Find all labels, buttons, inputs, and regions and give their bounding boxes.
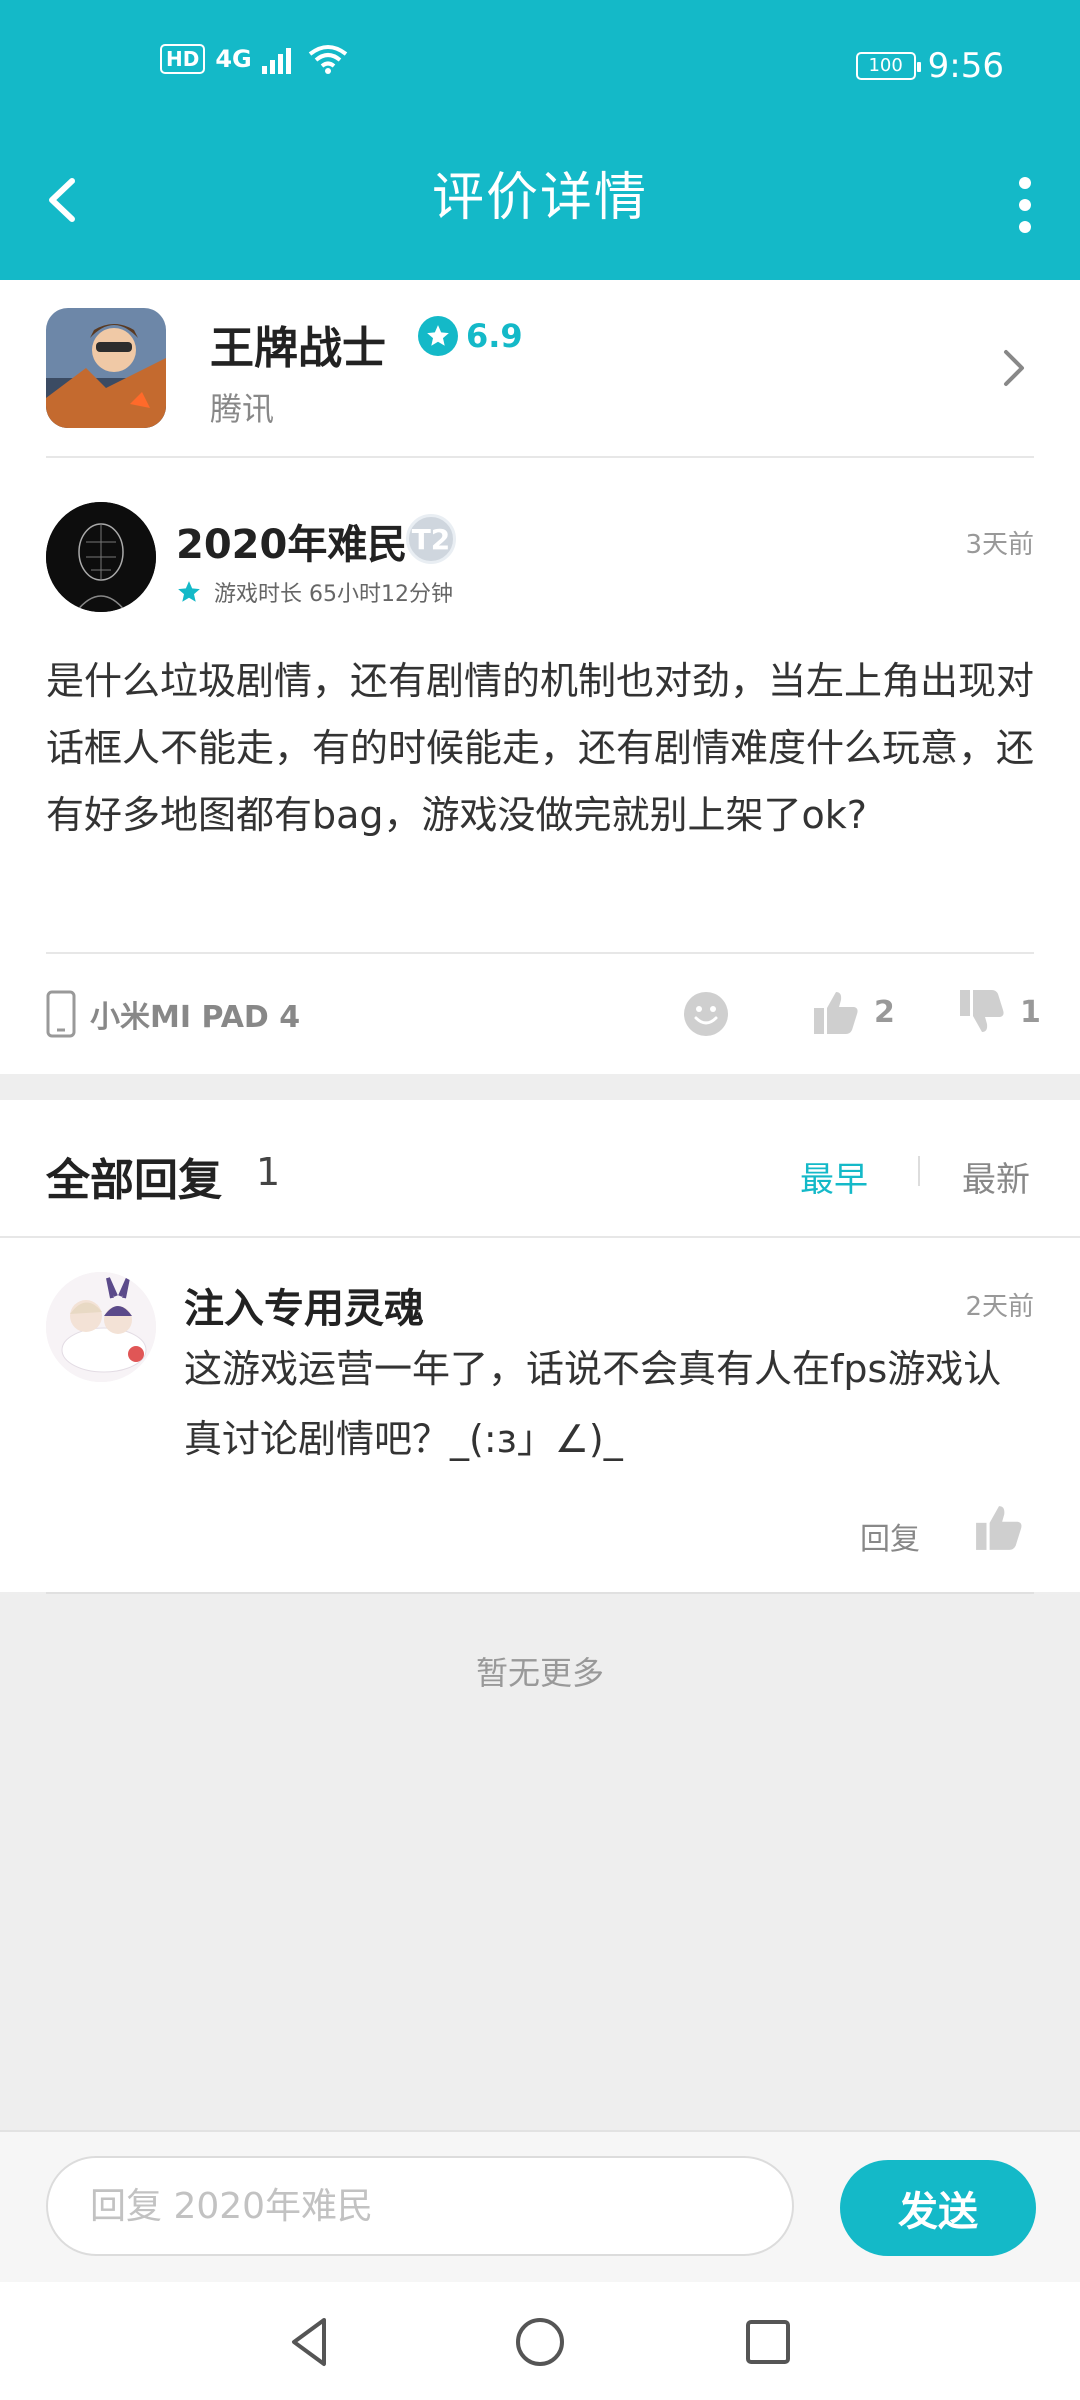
top-app-bar: HD 4G 100 9:56 评价详情 bbox=[0, 0, 1080, 280]
chevron-right-icon bbox=[994, 338, 1034, 398]
game-card[interactable]: 王牌战士 6.9 腾讯 bbox=[46, 280, 1034, 458]
reviewer-name[interactable]: 2020年难民 bbox=[176, 512, 407, 570]
playtime-text: 游戏时长 65小时12分钟 bbox=[214, 582, 453, 607]
sort-earliest-tab[interactable]: 最早 bbox=[800, 1152, 868, 1201]
reply-button[interactable]: 回复 bbox=[860, 1514, 920, 1558]
replies-count: 1 bbox=[256, 1150, 281, 1194]
status-right: 100 9:56 bbox=[855, 46, 1004, 86]
dislike-button[interactable]: 1 bbox=[958, 988, 1041, 1036]
phone-icon bbox=[46, 990, 76, 1038]
smiley-icon bbox=[684, 992, 728, 1036]
reply-bar: 发送 bbox=[0, 2130, 1080, 2282]
game-icon bbox=[46, 308, 166, 428]
level-badge: T2 bbox=[406, 514, 456, 564]
clock: 9:56 bbox=[927, 46, 1004, 86]
device-name: 小米MI PAD 4 bbox=[90, 1000, 301, 1035]
dislike-count: 1 bbox=[1020, 994, 1041, 1030]
wifi-icon bbox=[308, 45, 347, 74]
more-vertical-icon bbox=[1019, 177, 1031, 233]
star-icon bbox=[418, 316, 458, 356]
game-rating: 6.9 bbox=[418, 316, 523, 356]
sort-divider bbox=[918, 1156, 920, 1186]
review-time: 3天前 bbox=[965, 530, 1034, 560]
emoji-button[interactable] bbox=[682, 990, 730, 1038]
network-label: 4G bbox=[215, 45, 252, 73]
avatar[interactable] bbox=[46, 502, 156, 612]
nav-back-button[interactable] bbox=[280, 2312, 340, 2372]
circle-home-icon bbox=[516, 2318, 564, 2366]
reply-time: 2天前 bbox=[965, 1292, 1034, 1322]
square-recents-icon bbox=[746, 2320, 790, 2364]
like-count: 2 bbox=[874, 994, 895, 1030]
hd-badge: HD bbox=[160, 44, 206, 74]
nav-recents-button[interactable] bbox=[738, 2312, 798, 2372]
battery-icon: 100 bbox=[855, 52, 921, 80]
no-more-area: 暂无更多 bbox=[0, 1592, 1080, 2130]
reply-like-button[interactable] bbox=[974, 1502, 1024, 1552]
nav-home-button[interactable] bbox=[510, 2312, 570, 2372]
like-button[interactable]: 2 bbox=[812, 988, 895, 1036]
status-left: HD 4G bbox=[160, 44, 348, 74]
thumbs-up-icon bbox=[814, 992, 858, 1034]
thumbs-down-icon bbox=[960, 990, 1004, 1032]
star-icon bbox=[178, 581, 200, 602]
reply-avatar[interactable] bbox=[46, 1272, 156, 1382]
send-button[interactable]: 发送 bbox=[840, 2160, 1036, 2256]
title-bar: 评价详情 bbox=[0, 135, 1080, 280]
reply-text: 这游戏运营一年了，话说不会真有人在fps游戏认真讨论剧情吧？_(:з」∠)_ bbox=[184, 1347, 1002, 1461]
section-divider bbox=[0, 1074, 1080, 1100]
playtime: 游戏时长 65小时12分钟 bbox=[176, 576, 453, 608]
replies-header: 全部回复 1 最早 最新 bbox=[0, 1100, 1080, 1238]
status-bar: HD 4G 100 9:56 bbox=[0, 0, 1080, 135]
reply-item: 注入专用灵魂 2天前 这游戏运营一年了，话说不会真有人在fps游戏认真讨论剧情吧… bbox=[0, 1238, 1080, 1592]
rating-value: 6.9 bbox=[466, 317, 523, 355]
game-name: 王牌战士 bbox=[210, 323, 386, 374]
review: 2020年难民 T2 3天前 游戏时长 65小时12分钟 是什么垃圾剧情，还有剧… bbox=[46, 458, 1034, 954]
review-footer: 小米MI PAD 4 2 1 bbox=[46, 954, 1041, 1074]
more-button[interactable] bbox=[990, 165, 1060, 245]
replies-title: 全部回复 bbox=[46, 1155, 222, 1206]
system-navigation-bar bbox=[0, 2282, 1080, 2400]
triangle-back-icon bbox=[292, 2318, 326, 2366]
game-publisher: 腾讯 bbox=[210, 390, 275, 428]
reply-input[interactable] bbox=[46, 2156, 794, 2256]
review-text: 是什么垃圾剧情，还有剧情的机制也对劲，当左上角出现对话框人不能走，有的时候能走，… bbox=[46, 659, 1035, 837]
signal-icon bbox=[261, 48, 291, 74]
thumbs-up-icon bbox=[976, 1506, 1022, 1550]
page-title: 评价详情 bbox=[431, 168, 648, 228]
reply-author[interactable]: 注入专用灵魂 bbox=[184, 1276, 424, 1334]
divider bbox=[46, 1592, 1034, 1594]
no-more-text: 暂无更多 bbox=[475, 1654, 604, 1692]
sort-latest-tab[interactable]: 最新 bbox=[962, 1152, 1030, 1201]
device-info: 小米MI PAD 4 bbox=[46, 990, 300, 1038]
